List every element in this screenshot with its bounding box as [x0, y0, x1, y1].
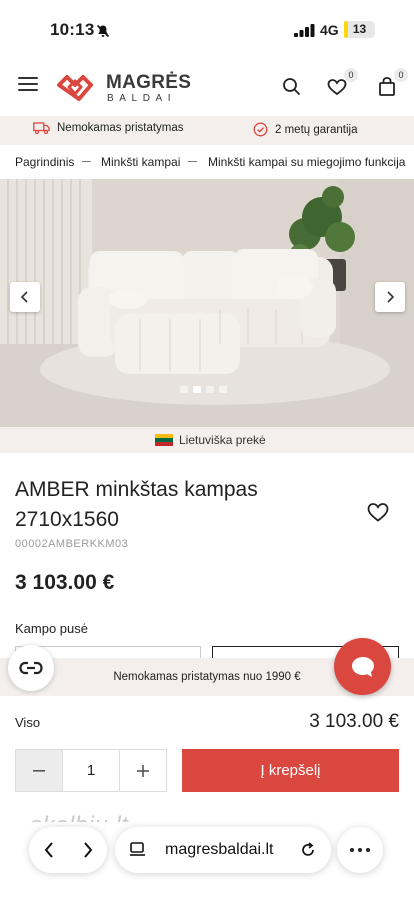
search-icon — [283, 78, 300, 95]
back-arrow-icon[interactable] — [43, 841, 55, 859]
logo[interactable]: MAGRĖS BALDAI — [56, 70, 196, 106]
quantity-stepper: 1 — [15, 749, 167, 792]
logo-heart-icon — [57, 75, 93, 101]
total-label: Viso — [15, 715, 41, 730]
cart-count-badge: 0 — [394, 68, 408, 82]
site-header: MAGRĖS BALDAI 0 0 — [0, 60, 414, 114]
wishlist-count-badge: 0 — [344, 68, 358, 82]
product-sku: 00002AMBERKKM03 — [15, 538, 129, 550]
check-badge-icon — [253, 122, 268, 137]
breadcrumb-separator — [188, 161, 197, 162]
wishlist-button[interactable]: 0 — [322, 68, 358, 102]
status-time: 10:13 — [50, 20, 95, 39]
dot-icon — [366, 848, 370, 852]
product-gallery[interactable] — [0, 179, 414, 427]
breadcrumb-link[interactable]: Minkšti kampai — [101, 155, 180, 169]
reader-mode-icon[interactable] — [129, 842, 147, 858]
benefit-label: 2 metų garantija — [275, 123, 358, 136]
chevron-left-icon — [20, 291, 28, 303]
chat-bubble-icon — [351, 656, 374, 677]
reload-icon[interactable] — [299, 841, 317, 859]
product-title: AMBER minkštas kampas 2710x1560 — [15, 478, 258, 531]
origin-label: Lietuviška prekė — [179, 433, 266, 447]
breadcrumb: Pagrindinis Minkšti kampai Minkšti kampa… — [0, 145, 414, 179]
quantity-increase-button[interactable] — [120, 750, 166, 791]
url-text: magresbaldai.lt — [165, 841, 274, 858]
chevron-right-icon — [387, 291, 395, 303]
quantity-decrease-button[interactable] — [16, 750, 62, 791]
dot-icon — [358, 848, 362, 852]
benefit-free-shipping: Nemokamas pristatymas — [33, 122, 184, 134]
breadcrumb-current: Minkšti kampai su miegojimo funkcija — [208, 155, 406, 169]
gallery-prev-button[interactable] — [10, 282, 40, 312]
gallery-next-button[interactable] — [375, 282, 405, 312]
minus-icon — [33, 769, 45, 772]
total-price: 3 103.00 € — [309, 711, 399, 732]
benefit-warranty: 2 metų garantija — [253, 122, 357, 137]
breadcrumb-separator — [82, 161, 91, 162]
cart-button[interactable]: 0 — [372, 68, 408, 102]
browser-toolbar: magresbaldai.lt — [0, 822, 414, 900]
gallery-dot[interactable] — [206, 386, 214, 393]
chat-button[interactable] — [334, 638, 391, 695]
logo-title: MAGRĖS — [106, 72, 192, 93]
forward-arrow-icon[interactable] — [82, 841, 94, 859]
browser-nav-pill — [29, 827, 107, 873]
gallery-dot[interactable] — [219, 386, 227, 393]
logo-subtitle: BALDAI — [107, 93, 177, 104]
link-icon — [19, 661, 43, 675]
add-to-cart-button[interactable]: Į krepšelį — [182, 749, 399, 792]
battery-percent: 13 — [352, 22, 367, 36]
plus-icon — [137, 764, 149, 777]
gallery-dot[interactable] — [193, 386, 201, 393]
lithuania-flag-icon — [155, 434, 173, 446]
origin-band: Lietuviška prekė — [0, 427, 414, 453]
benefits-bar: Nemokamas pristatymas 2 metų garantija — [0, 116, 414, 145]
cellular-signal-icon — [294, 24, 315, 37]
battery-icon: 13 — [344, 21, 375, 38]
more-options-button[interactable] — [337, 827, 383, 873]
accessibility-widget-button[interactable] — [8, 645, 54, 691]
product-price: 3 103.00 € — [15, 571, 115, 594]
bell-muted-icon — [96, 24, 110, 38]
hamburger-menu-icon[interactable] — [18, 77, 38, 95]
breadcrumb-link[interactable]: Pagrindinis — [15, 155, 74, 169]
status-bar: 10:13 4G 13 — [0, 0, 414, 60]
address-bar[interactable]: magresbaldai.lt — [115, 827, 331, 873]
gallery-dots — [180, 386, 227, 393]
option-label: Kampo pusė — [15, 621, 88, 636]
dot-icon — [350, 848, 354, 852]
benefit-label: Nemokamas pristatymas — [57, 122, 184, 134]
gallery-dot[interactable] — [180, 386, 188, 393]
truck-icon — [33, 122, 50, 134]
search-button[interactable] — [277, 72, 307, 102]
quantity-input[interactable]: 1 — [62, 750, 120, 791]
network-type: 4G — [320, 22, 339, 38]
heart-icon[interactable] — [366, 501, 390, 523]
